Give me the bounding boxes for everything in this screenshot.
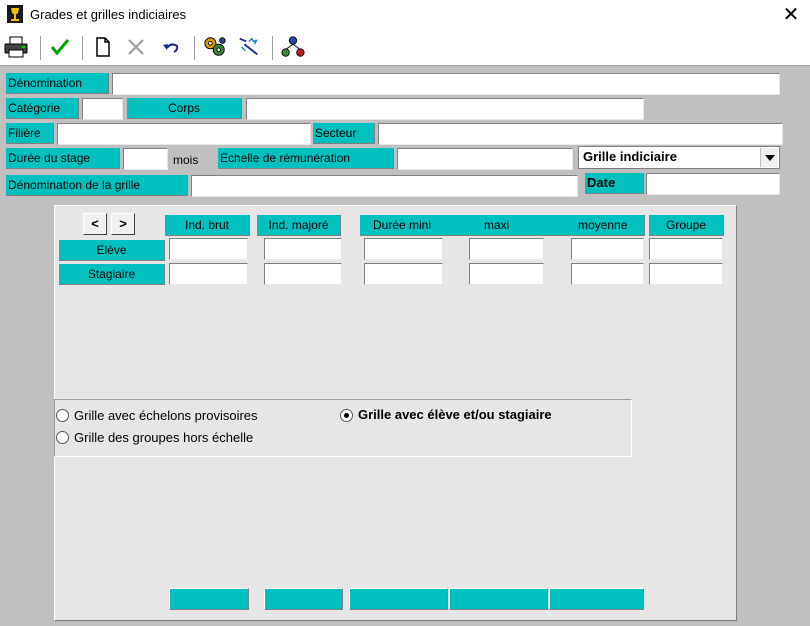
delete-icon[interactable] (124, 34, 148, 60)
printer-icon[interactable] (4, 34, 28, 60)
toolbar-separator (194, 36, 195, 60)
denomination-grille-input[interactable] (191, 175, 578, 197)
stagiaire-maxi-input[interactable] (469, 263, 544, 285)
filiere-input[interactable] (57, 123, 311, 145)
eleve-ind-majore-input[interactable] (264, 238, 342, 260)
stagiaire-ind-brut-input[interactable] (169, 263, 248, 285)
toolbar (0, 30, 810, 66)
radio-echelons-provisoires[interactable] (56, 409, 69, 422)
stagiaire-moyenne-input[interactable] (571, 263, 644, 285)
bottom-button-3[interactable] (349, 588, 448, 610)
date-input[interactable] (646, 173, 780, 195)
option-echelons-provisoires-label[interactable]: Grille avec échelons provisoires (74, 408, 258, 423)
eleve-moyenne-input[interactable] (571, 238, 644, 260)
header-groupe: Groupe (649, 215, 724, 236)
bottom-button-4[interactable] (449, 588, 548, 610)
header-ind-majore: Ind. majoré (257, 215, 341, 236)
undo-icon[interactable] (159, 34, 183, 60)
secteur-label: Secteur (313, 123, 375, 144)
date-label: Date (585, 173, 644, 194)
duree-stage-label: Durée du stage (6, 148, 120, 169)
echelle-input[interactable] (397, 148, 573, 170)
gear-cluster-icon[interactable] (203, 34, 227, 60)
toolbar-separator (82, 36, 83, 60)
header-duree-group: Durée mini maxi moyenne (360, 215, 645, 236)
eleve-ind-brut-input[interactable] (169, 238, 248, 260)
denomination-input[interactable] (112, 73, 780, 95)
secteur-input[interactable] (378, 123, 783, 145)
mois-text: mois (173, 153, 199, 167)
check-icon[interactable] (48, 34, 72, 60)
bottom-button-1[interactable] (169, 588, 249, 610)
stagiaire-groupe-input[interactable] (649, 263, 723, 285)
toolbar-separator (272, 36, 273, 60)
toolbar-separator (40, 36, 41, 60)
denomination-grille-label: Dénomination de la grille (6, 175, 188, 196)
app-icon (7, 5, 23, 23)
radio-eleve-stagiaire[interactable] (340, 409, 353, 422)
duree-stage-input[interactable] (123, 148, 168, 170)
categorie-label: Catégorie (6, 98, 79, 119)
option-eleve-stagiaire-label[interactable]: Grille avec élève et/ou stagiaire (358, 407, 552, 422)
row-label-stagiaire: Stagiaire (59, 264, 165, 285)
corps-input[interactable] (246, 98, 644, 120)
header-ind-brut: Ind. brut (165, 215, 250, 236)
header-duree-mini: Durée mini (373, 218, 432, 232)
stagiaire-duree-mini-input[interactable] (364, 263, 443, 285)
eleve-groupe-input[interactable] (649, 238, 723, 260)
categorie-input[interactable] (82, 98, 123, 120)
eleve-duree-mini-input[interactable] (364, 238, 443, 260)
corps-label: Corps (127, 98, 242, 119)
header-moyenne: moyenne (578, 218, 628, 232)
denomination-label: Dénomination (6, 73, 109, 94)
filiere-label: Filière (6, 123, 54, 144)
chevron-down-icon[interactable] (760, 148, 778, 167)
previous-button[interactable]: < (83, 213, 107, 235)
row-label-eleve: Elève (59, 240, 165, 261)
stagiaire-ind-majore-input[interactable] (264, 263, 342, 285)
wand-icon[interactable] (237, 34, 261, 60)
header-maxi: maxi (484, 218, 510, 232)
echelle-label: Echelle de rémunération (218, 148, 394, 169)
close-icon[interactable]: ✕ (778, 2, 804, 28)
grille-type-select[interactable]: Grille indiciaire (578, 146, 780, 169)
scroll-area (785, 66, 810, 626)
new-document-icon[interactable] (91, 34, 115, 60)
grille-type-value: Grille indiciaire (583, 149, 677, 164)
network-icon[interactable] (281, 34, 305, 60)
bottom-button-2[interactable] (264, 588, 343, 610)
window-title: Grades et grilles indiciaires (30, 7, 187, 22)
radio-groupes-hors-echelle[interactable] (56, 431, 69, 444)
eleve-maxi-input[interactable] (469, 238, 544, 260)
next-button[interactable]: > (111, 213, 135, 235)
option-groupes-hors-echelle-label[interactable]: Grille des groupes hors échelle (74, 430, 253, 445)
bottom-button-5[interactable] (549, 588, 644, 610)
